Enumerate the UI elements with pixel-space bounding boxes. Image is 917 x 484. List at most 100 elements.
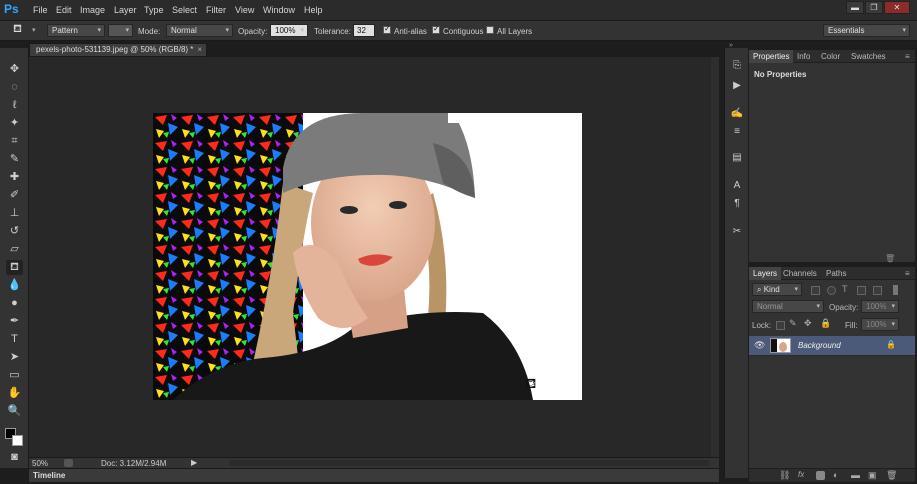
collapse-icon[interactable]: » xyxy=(729,42,733,49)
visibility-eye-icon[interactable]: 👁 xyxy=(754,340,765,351)
tool-presets-panel-icon[interactable]: ✂ xyxy=(728,224,746,239)
filter-smart-object-icon[interactable] xyxy=(873,286,882,295)
character-panel-icon[interactable]: A xyxy=(728,178,746,193)
paragraph-panel-icon[interactable]: ¶ xyxy=(728,196,746,211)
restore-button[interactable]: ❐ xyxy=(865,1,883,14)
filter-adjustment-icon[interactable] xyxy=(827,286,836,295)
clone-stamp-tool-icon[interactable]: ⊥ xyxy=(6,206,23,221)
filter-shape-icon[interactable] xyxy=(857,286,866,295)
filter-toggle[interactable] xyxy=(893,285,898,295)
filter-type-icon[interactable]: T xyxy=(842,284,848,294)
menu-select[interactable]: Select xyxy=(172,5,197,15)
layer-filter-kind-select[interactable]: ⌕ Kind xyxy=(752,283,802,296)
lock-position-icon[interactable]: ✥ xyxy=(804,318,812,329)
tab-properties[interactable]: Properties xyxy=(749,50,794,63)
fill-source-select[interactable]: Pattern xyxy=(47,24,105,37)
history-panel-icon[interactable]: ⎘ xyxy=(728,58,746,73)
minimize-button[interactable]: ▬ xyxy=(846,1,864,14)
new-group-icon[interactable]: ▬ xyxy=(851,470,860,480)
tab-swatches[interactable]: Swatches xyxy=(847,50,890,63)
healing-brush-tool-icon[interactable]: ✚ xyxy=(6,170,23,185)
brush-presets-panel-icon[interactable]: ≡ xyxy=(728,124,746,139)
zoom-tool-icon[interactable]: 🔍 xyxy=(6,404,23,419)
brush-panel-icon[interactable]: ✍ xyxy=(728,106,746,121)
path-selection-tool-icon[interactable]: ➤ xyxy=(6,350,23,365)
blur-tool-icon[interactable]: 💧 xyxy=(6,278,23,293)
menu-image[interactable]: Image xyxy=(80,5,105,15)
tab-info[interactable]: Info xyxy=(793,50,814,63)
status-icon[interactable] xyxy=(64,459,73,467)
menu-help[interactable]: Help xyxy=(304,5,323,15)
crop-tool-icon[interactable]: ⌗ xyxy=(6,134,23,149)
menu-edit[interactable]: Edit xyxy=(56,5,72,15)
menu-view[interactable]: View xyxy=(235,5,254,15)
link-layers-icon[interactable]: ⛓ xyxy=(779,470,790,481)
move-tool-icon[interactable]: ✥ xyxy=(6,62,23,77)
add-mask-icon[interactable] xyxy=(816,471,825,480)
actions-panel-icon[interactable]: ▶ xyxy=(728,78,746,93)
close-button[interactable]: ✕ xyxy=(884,1,910,14)
marquee-tool-icon[interactable]: ◌ xyxy=(6,80,23,95)
search-icon: ⌕ xyxy=(757,285,764,294)
menu-layer[interactable]: Layer xyxy=(114,5,137,15)
filter-pixel-icon[interactable] xyxy=(811,286,820,295)
magic-wand-tool-icon[interactable]: ✦ xyxy=(6,116,23,131)
horizontal-scrollbar[interactable] xyxy=(229,460,709,466)
tab-paths[interactable]: Paths xyxy=(822,267,850,280)
layer-row[interactable]: 👁 Background 🔒 xyxy=(749,336,915,356)
pattern-picker[interactable] xyxy=(108,24,133,37)
timeline-tab[interactable]: Timeline xyxy=(33,471,65,480)
shape-tool-icon[interactable]: ▭ xyxy=(6,368,23,383)
quick-mask-icon[interactable]: ◙ xyxy=(6,450,23,465)
lock-image-icon[interactable]: ✎ xyxy=(789,318,797,329)
zoom-level[interactable]: 50% xyxy=(32,459,48,468)
document-image[interactable]: ⛾ xyxy=(153,113,582,400)
mode-select[interactable]: Normal xyxy=(166,24,233,37)
opacity-input[interactable]: 100% xyxy=(270,24,308,37)
background-color-swatch[interactable] xyxy=(12,435,23,446)
workspace-select[interactable]: Essentials xyxy=(823,24,910,37)
lock-all-icon[interactable]: 🔒 xyxy=(820,318,831,329)
dodge-tool-icon[interactable]: ● xyxy=(6,296,23,311)
layers-menu-icon[interactable]: ≡ xyxy=(905,269,910,278)
lock-transparent-icon[interactable] xyxy=(776,321,785,330)
pen-tool-icon[interactable]: ✒ xyxy=(6,314,23,329)
status-menu-arrow-icon[interactable]: ▶ xyxy=(191,458,197,467)
hand-tool-icon[interactable]: ✋ xyxy=(6,386,23,401)
eraser-tool-icon[interactable]: ▱ xyxy=(6,242,23,257)
tab-channels[interactable]: Channels xyxy=(779,267,821,280)
anti-alias-checkbox[interactable] xyxy=(383,24,391,34)
tolerance-input[interactable]: 32 xyxy=(353,24,375,37)
panel-menu-icon[interactable]: ≡ xyxy=(905,52,910,61)
new-layer-icon[interactable]: ▣ xyxy=(868,470,877,481)
brush-tool-icon[interactable]: ✐ xyxy=(6,188,23,203)
paint-bucket-tool-icon[interactable]: ⛾ xyxy=(6,260,23,275)
layer-blend-mode-select[interactable]: Normal xyxy=(752,300,824,313)
eyedropper-tool-icon[interactable]: ✎ xyxy=(6,152,23,167)
vertical-scrollbar[interactable] xyxy=(711,57,719,457)
trash-icon[interactable]: 🗑 xyxy=(885,254,895,263)
layer-style-icon[interactable]: fx xyxy=(798,470,804,479)
lasso-tool-icon[interactable]: ℓ xyxy=(6,98,23,113)
close-document-icon[interactable]: × xyxy=(197,44,202,56)
photo-content xyxy=(153,113,582,400)
layer-name[interactable]: Background xyxy=(798,341,841,350)
menu-filter[interactable]: Filter xyxy=(206,5,226,15)
document-tab[interactable]: pexels-photo-531139.jpeg @ 50% (RGB/8) *… xyxy=(29,43,207,57)
tool-preset-dropdown-icon[interactable]: ▾ xyxy=(32,26,36,34)
paint-bucket-icon[interactable]: ⛾ xyxy=(13,23,29,38)
clone-source-panel-icon[interactable]: ▤ xyxy=(728,150,746,165)
tab-color[interactable]: Color xyxy=(817,50,844,63)
delete-layer-icon[interactable]: 🗑 xyxy=(886,470,897,481)
layer-opacity-input[interactable]: 100% xyxy=(861,300,899,313)
tab-layers[interactable]: Layers xyxy=(749,267,782,280)
all-layers-checkbox[interactable] xyxy=(486,26,494,34)
menu-type[interactable]: Type xyxy=(144,5,164,15)
history-brush-tool-icon[interactable]: ↺ xyxy=(6,224,23,239)
type-tool-icon[interactable]: T xyxy=(6,332,23,347)
menu-file[interactable]: File xyxy=(33,5,48,15)
menu-window[interactable]: Window xyxy=(263,5,295,15)
fill-input[interactable]: 100% xyxy=(861,318,899,331)
contiguous-checkbox[interactable] xyxy=(432,24,440,34)
new-adjustment-layer-icon[interactable]: ◐ xyxy=(833,470,838,480)
